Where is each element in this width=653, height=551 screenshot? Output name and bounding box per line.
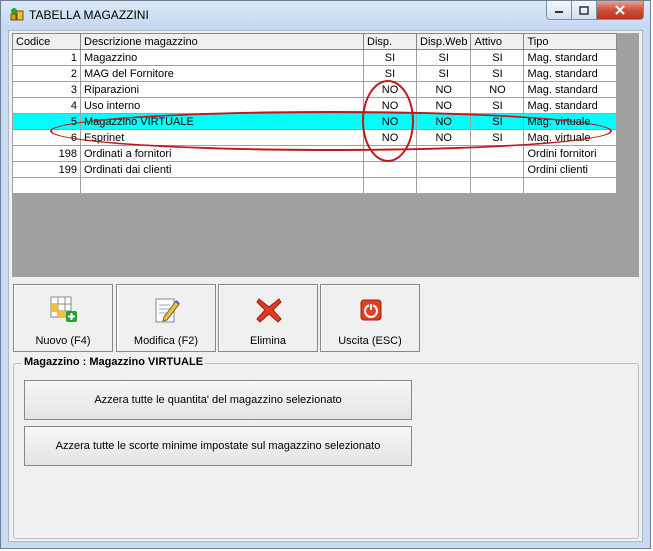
cell-attivo: SI	[470, 65, 525, 82]
cell-codice: 2	[12, 65, 81, 82]
cell-disp: NO	[363, 113, 417, 130]
warehouse-icon	[10, 8, 24, 21]
cell-descrizione: MAG del Fornitore	[80, 65, 364, 82]
cell-attivo: SI	[470, 113, 525, 130]
cell-codice: 1	[12, 49, 81, 66]
cell-disp: SI	[363, 49, 417, 66]
col-header-disp[interactable]: Disp.	[363, 33, 417, 50]
cell-attivo	[470, 145, 525, 162]
cell-disp	[363, 145, 417, 162]
window-title: TABELLA MAGAZZINI	[29, 8, 149, 22]
table-row-empty[interactable]	[12, 177, 618, 194]
cell-codice: 5	[12, 113, 81, 130]
red-x-icon	[256, 298, 282, 323]
table-row[interactable]: 1 Magazzino SI SI SI Mag. standard	[12, 49, 618, 66]
cell-attivo	[470, 161, 525, 178]
edit-button[interactable]: Modifica (F2)	[116, 284, 216, 352]
col-header-codice[interactable]: Codice	[12, 33, 81, 50]
minimize-button[interactable]	[546, 1, 572, 20]
delete-button-label: Elimina	[249, 335, 287, 347]
maximize-button[interactable]	[571, 1, 597, 20]
cell-codice: 4	[12, 97, 81, 114]
cell-disp-web: SI	[415, 65, 472, 82]
cell-tipo: Mag. standard	[523, 49, 618, 66]
cell-tipo: Mag. standard	[523, 65, 618, 82]
table-row[interactable]: 2 MAG del Fornitore SI SI SI Mag. standa…	[12, 65, 618, 82]
reset-min-stock-label: Azzera tutte le scorte minime impostate …	[55, 440, 381, 452]
cell-disp-web: NO	[415, 81, 472, 98]
toolbar: Nuovo (F4) Modifica (F2) Elimina Uscita …	[13, 284, 639, 356]
cell-disp-web: NO	[415, 97, 472, 114]
exit-button-label: Uscita (ESC)	[338, 335, 402, 347]
header-row: Codice Descrizione magazzino Disp. Disp.…	[12, 33, 618, 50]
col-header-tipo[interactable]: Tipo	[523, 33, 618, 50]
cell-disp: NO	[363, 97, 417, 114]
col-header-disp-web[interactable]: Disp.Web	[415, 33, 472, 50]
warehouse-table: Codice Descrizione magazzino Disp. Disp.…	[12, 33, 618, 194]
col-header-attivo[interactable]: Attivo	[470, 33, 525, 50]
table-row[interactable]: 3 Riparazioni NO NO NO Mag. standard	[12, 81, 618, 98]
cell-tipo: Ordini fornitori	[523, 145, 618, 162]
cell-tipo: Ordini clienti	[523, 161, 618, 178]
reset-quantities-button[interactable]: Azzera tutte le quantita' del magazzino …	[24, 380, 412, 420]
reset-min-stock-button[interactable]: Azzera tutte le scorte minime impostate …	[24, 426, 412, 466]
cell-descrizione: Ordinati dai clienti	[80, 161, 364, 178]
cell-tipo: Mag. standard	[523, 81, 618, 98]
cell-descrizione: Uso interno	[80, 97, 364, 114]
cell-disp-web	[415, 145, 472, 162]
cell-attivo: SI	[470, 97, 525, 114]
edit-document-icon	[155, 298, 180, 323]
group-title: Magazzino : Magazzino VIRTUALE	[22, 356, 206, 368]
col-header-descrizione[interactable]: Descrizione magazzino	[80, 33, 364, 50]
cell-descrizione: Riparazioni	[80, 81, 364, 98]
power-icon	[360, 299, 382, 321]
table-row[interactable]: 4 Uso interno NO NO SI Mag. standard	[12, 97, 618, 114]
cell-tipo: Mag. virtuale	[523, 129, 618, 146]
exit-button[interactable]: Uscita (ESC)	[320, 284, 420, 352]
warehouse-grid[interactable]: Codice Descrizione magazzino Disp. Disp.…	[12, 33, 639, 277]
reset-quantities-label: Azzera tutte le quantita' del magazzino …	[94, 394, 342, 406]
maximize-icon	[579, 5, 589, 15]
new-button-label: Nuovo (F4)	[35, 335, 91, 347]
cell-descrizione: Ordinati a fornitori	[80, 145, 364, 162]
minimize-icon	[555, 11, 563, 13]
grid-add-icon	[50, 296, 77, 322]
cell-attivo: SI	[470, 129, 525, 146]
cell-attivo: NO	[470, 81, 525, 98]
table-row[interactable]: 199 Ordinati dai clienti Ordini clienti	[12, 161, 618, 178]
cell-codice: 199	[12, 161, 81, 178]
cell-tipo: Mag. virtuale	[523, 113, 618, 130]
table-row[interactable]: 198 Ordinati a fornitori Ordini fornitor…	[12, 145, 618, 162]
cell-disp-web: SI	[415, 49, 472, 66]
cell-codice: 6	[12, 129, 81, 146]
cell-tipo: Mag. standard	[523, 97, 618, 114]
cell-disp-web: NO	[415, 113, 472, 130]
cell-descrizione: Magazzino VIRTUALE	[80, 113, 364, 130]
app-window: TABELLA MAGAZZINI Codice Descrizione mag…	[0, 0, 651, 549]
cell-descrizione: Esprinet	[80, 129, 364, 146]
delete-button[interactable]: Elimina	[218, 284, 318, 352]
new-button[interactable]: Nuovo (F4)	[13, 284, 113, 352]
cell-disp: SI	[363, 65, 417, 82]
warehouse-actions-group: Magazzino : Magazzino VIRTUALE Azzera tu…	[13, 356, 639, 539]
client-area: Codice Descrizione magazzino Disp. Disp.…	[8, 30, 643, 542]
table-row[interactable]: 6 Esprinet NO NO SI Mag. virtuale	[12, 129, 618, 146]
cell-codice: 3	[12, 81, 81, 98]
table-row-selected[interactable]: 5 Magazzino VIRTUALE NO NO SI Mag. virtu…	[12, 113, 618, 130]
close-button[interactable]	[596, 1, 644, 20]
edit-button-label: Modifica (F2)	[133, 335, 199, 347]
cell-disp-web: NO	[415, 129, 472, 146]
title-bar[interactable]: TABELLA MAGAZZINI	[1, 1, 650, 29]
cell-disp	[363, 161, 417, 178]
close-icon	[615, 5, 625, 15]
cell-disp-web	[415, 161, 472, 178]
cell-codice: 198	[12, 145, 81, 162]
cell-disp: NO	[363, 81, 417, 98]
cell-attivo: SI	[470, 49, 525, 66]
cell-descrizione: Magazzino	[80, 49, 364, 66]
cell-disp: NO	[363, 129, 417, 146]
